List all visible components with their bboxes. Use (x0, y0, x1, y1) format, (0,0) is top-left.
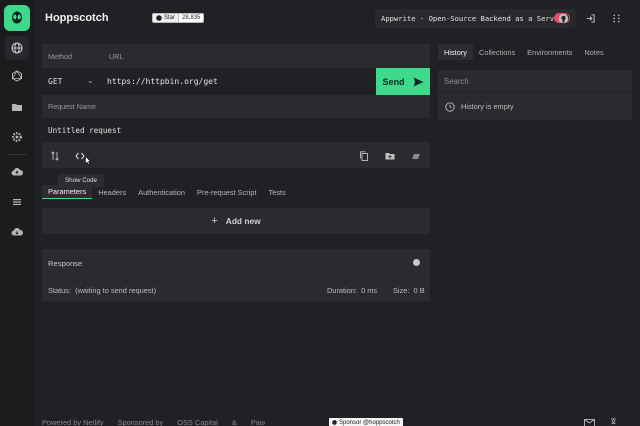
sponsor-badge[interactable]: Sponsor @hoppscotch (329, 418, 403, 426)
copy-icon (360, 151, 368, 161)
sidebar-item-import[interactable] (5, 160, 29, 184)
apps-grid-icon (612, 13, 620, 23)
url-input[interactable]: https://httpbin.org/get (107, 77, 218, 86)
size-value: 0 B (413, 286, 425, 295)
history-empty-text: History is empty (461, 102, 514, 111)
sort-button[interactable] (49, 150, 61, 162)
sidebar-item-collections[interactable] (5, 95, 29, 119)
copy-button[interactable] (358, 150, 370, 162)
tab-authentication[interactable]: Authentication (132, 185, 191, 199)
github-icon (558, 13, 568, 23)
sidebar (0, 0, 34, 426)
response-panel: Response Status: (waiting to send reques… (42, 249, 430, 301)
graphql-icon (11, 70, 23, 82)
app-logo[interactable] (4, 5, 30, 31)
send-button[interactable]: Send (376, 68, 430, 95)
code-icon (75, 152, 85, 160)
right-panel-tabs: History Collections Environments Notes (438, 44, 610, 60)
github-link[interactable] (556, 11, 570, 25)
tab-collections[interactable]: Collections (473, 44, 521, 60)
sidebar-item-export[interactable] (5, 220, 29, 244)
github-icon (156, 15, 162, 21)
request-tabs: Parameters Headers Authentication Pre-re… (42, 185, 292, 199)
request-name-label: Request Name (48, 102, 96, 111)
method-select[interactable]: GET (48, 77, 62, 86)
add-new-label: Add new (225, 216, 261, 226)
promo-banner[interactable]: Appwrite - Open-Source Backend as a Serv… (375, 9, 576, 28)
github-star-badge[interactable]: Star 28,835 (152, 13, 205, 23)
save-to-collection-button[interactable] (384, 150, 396, 162)
plus-icon: + (211, 215, 218, 227)
settings-icon (12, 132, 22, 142)
history-empty-state: History is empty (438, 93, 632, 120)
mail-button[interactable] (584, 419, 595, 426)
response-status: Status: (waiting to send request) (48, 286, 156, 295)
cloud-upload-icon (11, 167, 23, 176)
tab-notes[interactable]: Notes (578, 44, 609, 60)
status-value: (waiting to send request) (75, 286, 157, 295)
promo-text: Appwrite - Open-Source Backend as a Serv… (381, 14, 568, 23)
response-size: Size: 0 B (393, 286, 425, 295)
folder-icon (12, 104, 22, 111)
github-icon (332, 420, 337, 425)
method-label: Method (48, 52, 72, 61)
sidebar-item-list[interactable] (5, 190, 29, 214)
send-label: Send (382, 76, 405, 87)
size-label: Size: (393, 286, 410, 295)
cloud-download-icon (11, 227, 23, 236)
clock-icon (445, 101, 455, 112)
github-star-button[interactable]: Star (152, 13, 180, 23)
sponsor-badge-label: Sponsor @hoppscotch (339, 419, 400, 426)
footer-netlify-link[interactable]: Powered by Netlify (42, 418, 104, 426)
chevron-down-icon[interactable]: ⌄ (87, 76, 94, 85)
list-icon (13, 199, 21, 205)
github-star-label: Star (164, 15, 176, 21)
response-title: Response (48, 259, 83, 268)
footer: Powered by Netlify Sponsored by OSS Capi… (42, 418, 265, 426)
footer-paw-link[interactable]: Paw (251, 418, 265, 426)
folder-add-icon (385, 153, 395, 160)
login-icon (586, 13, 595, 23)
tab-pre-request-script[interactable]: Pre-request Script (191, 185, 263, 199)
app-title[interactable]: Hoppscotch (45, 12, 109, 24)
tab-history[interactable]: History (438, 44, 473, 60)
footer-oss-capital-link[interactable]: OSS Capital (177, 418, 218, 426)
mail-icon (584, 419, 595, 426)
login-button[interactable] (583, 11, 597, 25)
tab-environments[interactable]: Environments (521, 44, 578, 60)
eraser-icon (412, 154, 420, 159)
sidebar-item-rest[interactable] (5, 36, 29, 60)
apps-menu-button[interactable] (609, 11, 623, 25)
tab-headers[interactable]: Headers (92, 185, 132, 199)
language-button[interactable] (610, 418, 621, 426)
footer-ampersand: & (231, 418, 237, 426)
request-name-input[interactable]: Untitled request (48, 126, 121, 135)
sidebar-item-graphql[interactable] (5, 64, 29, 88)
request-panel (42, 44, 430, 168)
tab-parameters[interactable]: Parameters (42, 185, 93, 199)
swap-vertical-icon (51, 151, 59, 161)
translate-icon (611, 418, 616, 425)
duration-label: Duration: (327, 286, 357, 295)
alien-logo-icon (12, 11, 22, 24)
send-icon (413, 77, 423, 86)
status-indicator-icon (413, 259, 420, 266)
duration-value: 0 ms (361, 286, 378, 295)
history-search-input[interactable]: Search (438, 70, 632, 92)
mouse-cursor-icon (85, 155, 92, 165)
response-duration: Duration: 0 ms (327, 286, 377, 295)
tab-tests[interactable]: Tests (263, 185, 292, 199)
sidebar-item-settings[interactable] (5, 125, 29, 149)
request-row: GET ⌄ https://httpbin.org/get (42, 68, 430, 95)
footer-sponsored-text: Sponsored by (117, 418, 164, 426)
header: Hoppscotch Star 28,835 Appwrite - Open-S… (34, 0, 640, 36)
request-name-row: Untitled request (42, 118, 430, 142)
github-star-count[interactable]: 28,835 (179, 13, 205, 23)
sidebar-divider (7, 154, 27, 155)
url-label: URL (109, 52, 124, 61)
clear-button[interactable] (410, 150, 422, 162)
status-label: Status: (48, 286, 72, 295)
globe-icon (11, 42, 23, 54)
add-new-button[interactable]: + Add new (42, 208, 430, 234)
